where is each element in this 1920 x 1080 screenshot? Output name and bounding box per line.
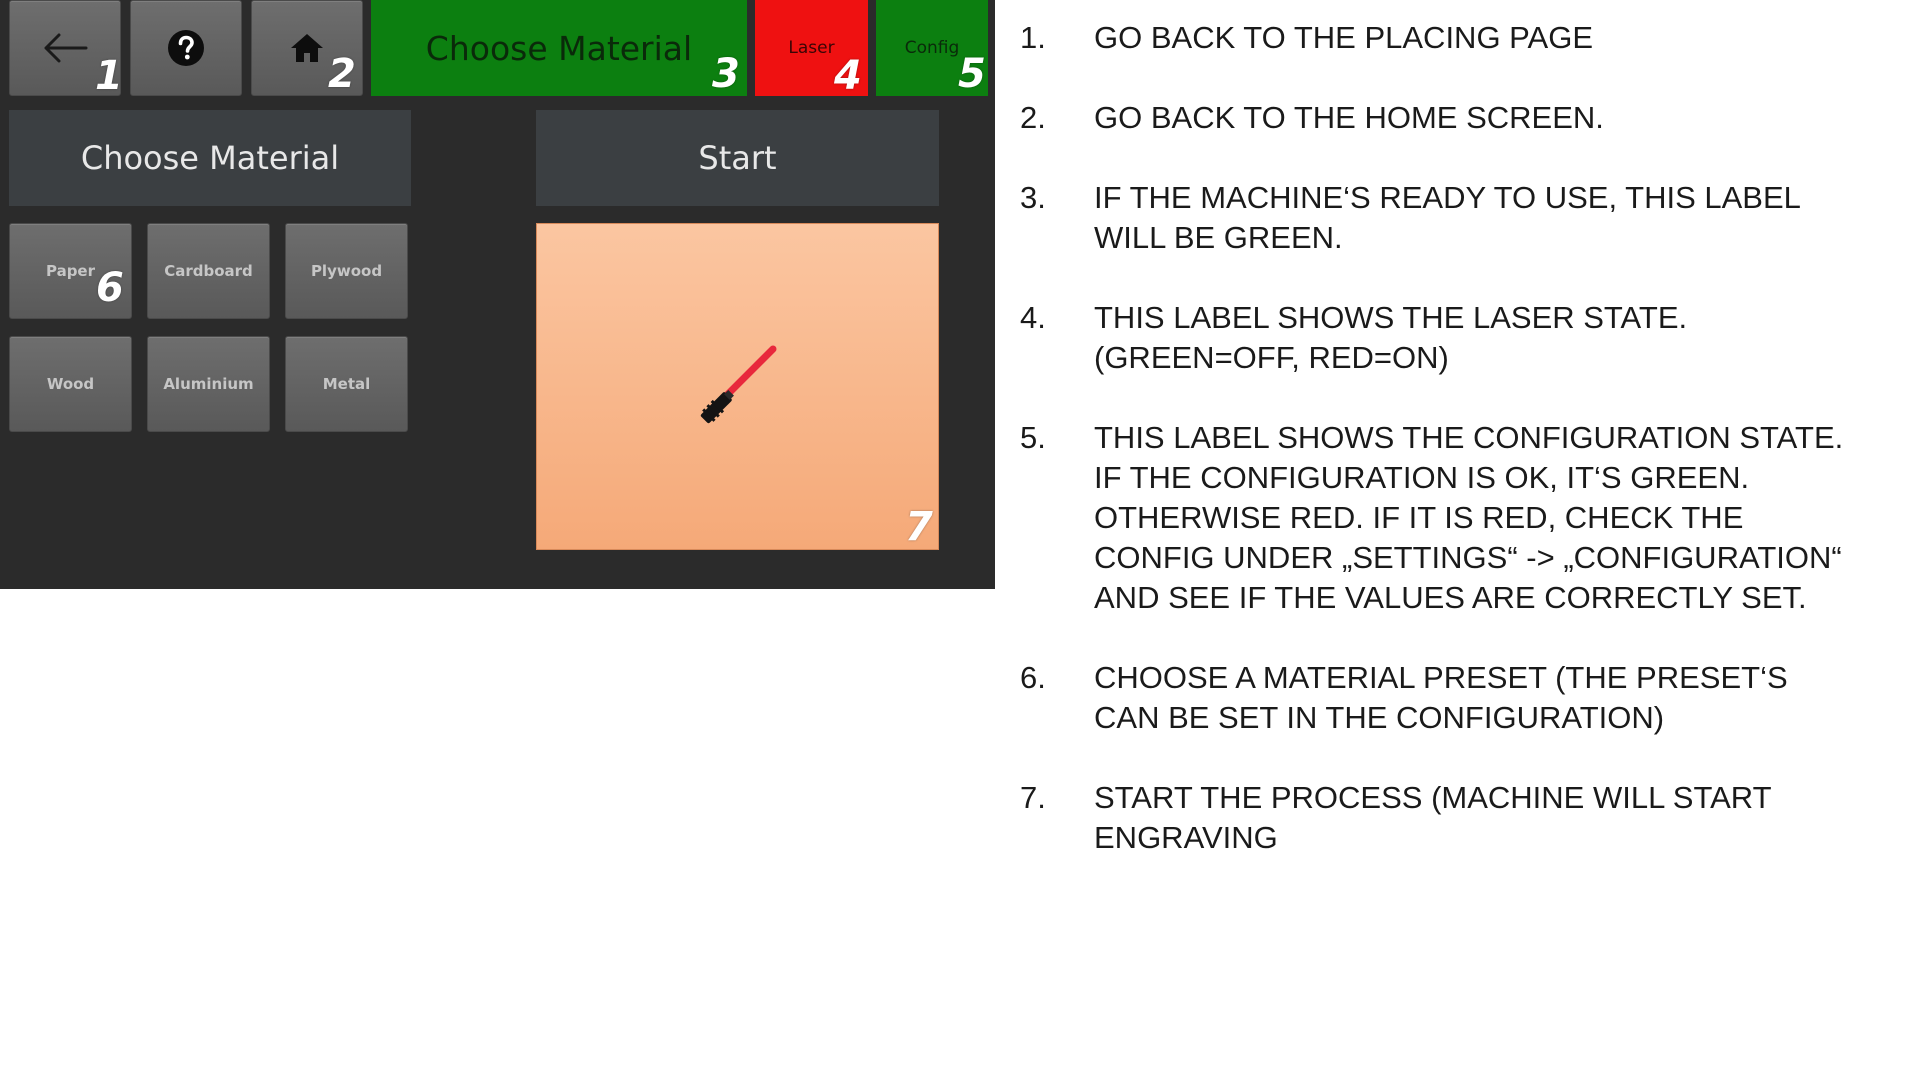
instruction-item: 1. GO BACK TO THE PLACING PAGE [1020, 18, 1910, 58]
start-button[interactable] [536, 223, 939, 550]
callout-2: 2 [328, 51, 356, 97]
instruction-number: 1. [1020, 20, 1046, 55]
instruction-item: 2. GO BACK TO THE HOME SCREEN. [1020, 98, 1910, 138]
instruction-text: OTHERWISE RED. IF IT IS RED, CHECK THE [1094, 500, 1744, 535]
instruction-text: THIS LABEL SHOWS THE LASER STATE. [1094, 300, 1688, 335]
instruction-text: GO BACK TO THE HOME SCREEN. [1094, 100, 1604, 135]
callout-7: 7 [905, 504, 933, 550]
callout-1: 1 [95, 53, 123, 99]
instruction-text: CHOOSE A MATERIAL PRESET (THE PRESET‘S [1094, 660, 1788, 695]
instruction-text: WILL BE GREEN. [1094, 220, 1343, 255]
instruction-number: 3. [1020, 180, 1046, 215]
laser-pen-icon [700, 345, 776, 423]
instruction-number: 6. [1020, 660, 1046, 695]
instructions-list: 1. GO BACK TO THE PLACING PAGE 2. GO BAC… [1020, 18, 1910, 898]
instruction-text: IF THE CONFIGURATION IS OK, IT‘S GREEN. [1094, 460, 1750, 495]
instruction-number: 4. [1020, 300, 1046, 335]
instruction-item: 4. THIS LABEL SHOWS THE LASER STATE. (GR… [1020, 298, 1910, 378]
instruction-number: 5. [1020, 420, 1046, 455]
choose-material-header: Choose Material [9, 110, 411, 206]
instruction-text: THIS LABEL SHOWS THE CONFIGURATION STATE… [1094, 420, 1844, 455]
callout-5: 5 [958, 51, 986, 97]
instruction-text: GO BACK TO THE PLACING PAGE [1094, 20, 1594, 55]
start-header: Start [536, 110, 939, 206]
instruction-text: IF THE MACHINE‘S READY TO USE, THIS LABE… [1094, 180, 1801, 215]
arrow-left-icon [44, 33, 88, 63]
question-circle-icon [168, 30, 204, 66]
instruction-item: 7. START THE PROCESS (MACHINE WILL START… [1020, 778, 1910, 858]
material-metal-button[interactable]: Metal [285, 336, 408, 432]
instruction-text: CAN BE SET IN THE CONFIGURATION) [1094, 700, 1665, 735]
material-plywood-button[interactable]: Plywood [285, 223, 408, 319]
status-material-label: Choose Material [371, 0, 747, 96]
device-screen: Choose Material Laser Config Choose Mate… [0, 0, 995, 589]
home-icon [291, 34, 323, 62]
instruction-text: START THE PROCESS (MACHINE WILL START [1094, 780, 1772, 815]
instruction-number: 7. [1020, 780, 1046, 815]
callout-6: 6 [96, 265, 124, 311]
material-cardboard-button[interactable]: Cardboard [147, 223, 270, 319]
instruction-text: (GREEN=OFF, RED=ON) [1094, 340, 1449, 375]
material-wood-button[interactable]: Wood [9, 336, 132, 432]
instruction-text: ENGRAVING [1094, 820, 1278, 855]
callout-4: 4 [834, 53, 862, 99]
help-button[interactable] [130, 0, 242, 96]
callout-3: 3 [712, 51, 740, 97]
instruction-text: AND SEE IF THE VALUES ARE CORRECTLY SET. [1094, 580, 1807, 615]
material-aluminium-button[interactable]: Aluminium [147, 336, 270, 432]
instruction-item: 5. THIS LABEL SHOWS THE CONFIGURATION ST… [1020, 418, 1910, 618]
instruction-item: 3. IF THE MACHINE‘S READY TO USE, THIS L… [1020, 178, 1910, 258]
instruction-text: CONFIG UNDER „SETTINGS“ -> „CONFIGURATIO… [1094, 540, 1842, 575]
instruction-item: 6. CHOOSE A MATERIAL PRESET (THE PRESET‘… [1020, 658, 1910, 738]
instruction-number: 2. [1020, 100, 1046, 135]
